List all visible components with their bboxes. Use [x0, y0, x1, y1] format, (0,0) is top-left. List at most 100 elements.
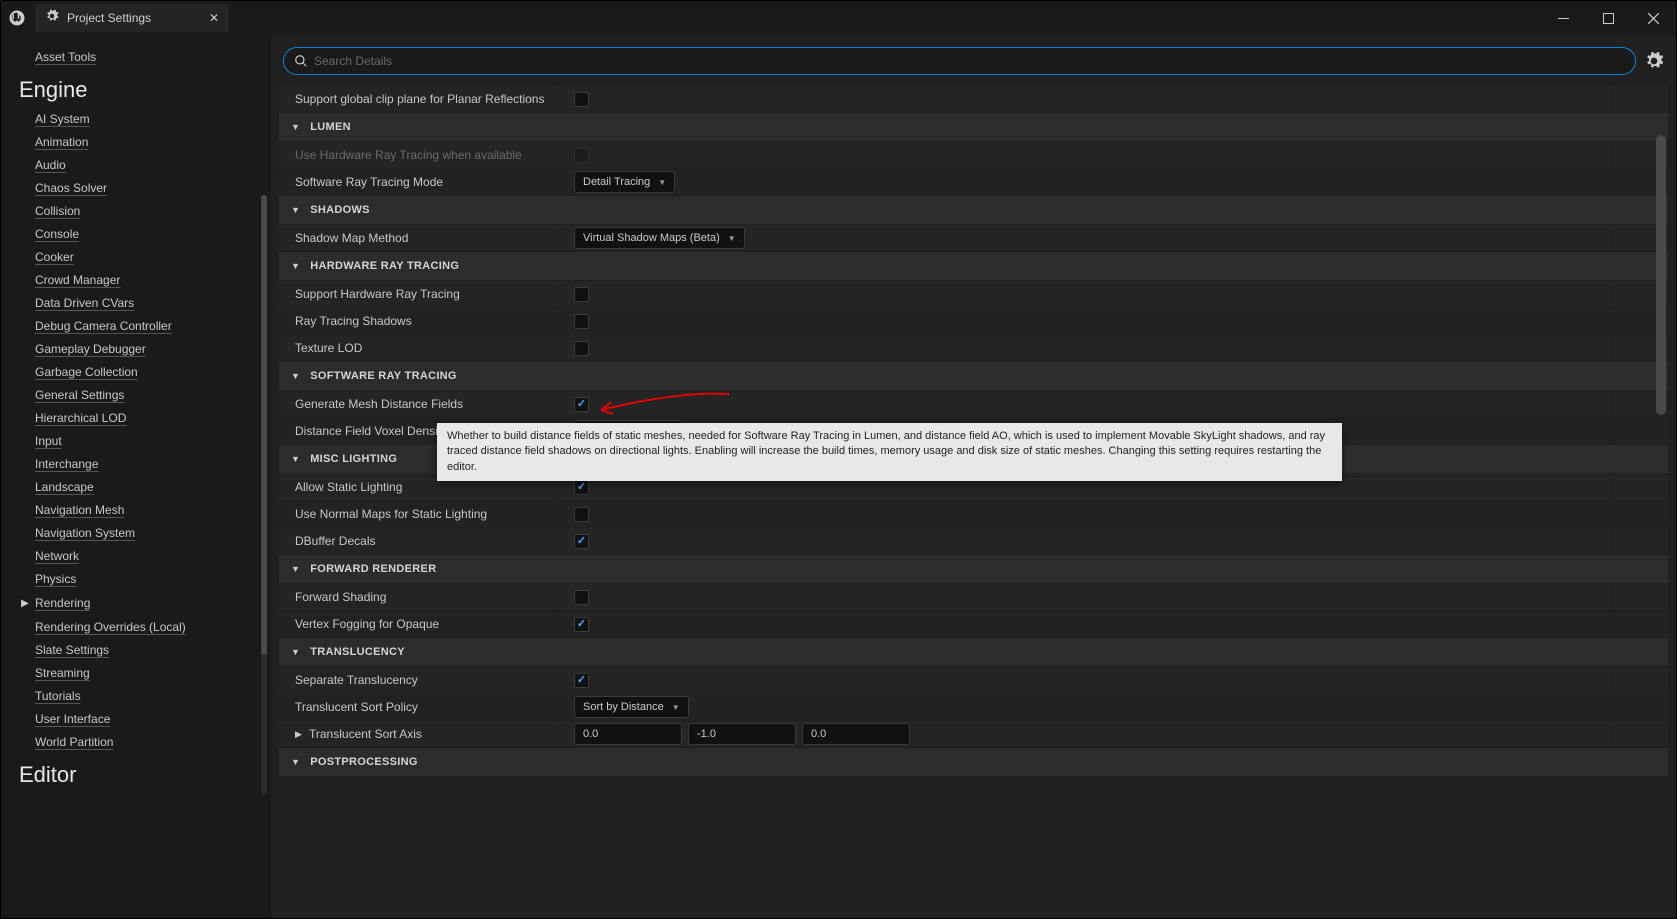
- setting-value: [560, 528, 1611, 554]
- section-header[interactable]: ▼ LUMEN: [279, 113, 1668, 141]
- sidebar-item[interactable]: Crowd Manager: [35, 269, 271, 291]
- checkbox[interactable]: [574, 92, 589, 107]
- sidebar-item[interactable]: Navigation System: [35, 522, 271, 544]
- sidebar-item[interactable]: Rendering Overrides (Local): [35, 616, 271, 638]
- checkbox[interactable]: [574, 480, 589, 495]
- checkbox[interactable]: [574, 534, 589, 549]
- settings-tab-icon: [45, 9, 59, 28]
- checkbox: [574, 148, 589, 163]
- sidebar-item[interactable]: General Settings: [35, 384, 271, 406]
- section-title: SHADOWS: [310, 204, 370, 216]
- sidebar-item[interactable]: Input: [35, 430, 271, 452]
- sidebar-item[interactable]: Slate Settings: [35, 639, 271, 661]
- chevron-down-icon: ▼: [291, 205, 300, 215]
- sidebar-item[interactable]: Gameplay Debugger: [35, 338, 271, 360]
- sidebar-item[interactable]: Garbage Collection: [35, 361, 271, 383]
- settings-gear-button[interactable]: [1644, 51, 1664, 71]
- sidebar-item-active[interactable]: Rendering: [35, 592, 90, 614]
- sidebar-item[interactable]: Cooker: [35, 246, 271, 268]
- checkbox[interactable]: [574, 673, 589, 688]
- setting-value: [560, 142, 1611, 168]
- section-title: SOFTWARE RAY TRACING: [310, 370, 457, 382]
- sidebar-item[interactable]: Interchange: [35, 453, 271, 475]
- chevron-down-icon: ▼: [658, 178, 666, 187]
- setting-label: Translucent Sort Policy: [279, 694, 559, 720]
- unreal-logo-icon[interactable]: [1, 1, 33, 35]
- checkbox[interactable]: [574, 397, 589, 412]
- checkbox[interactable]: [574, 617, 589, 632]
- number-input[interactable]: 0.0: [574, 723, 682, 745]
- close-button[interactable]: [1631, 1, 1676, 35]
- sidebar-item[interactable]: Physics: [35, 568, 271, 590]
- sidebar-item[interactable]: Tutorials: [35, 685, 271, 707]
- section-title: POSTPROCESSING: [310, 756, 418, 768]
- section-header[interactable]: ▼ TRANSLUCENCY: [279, 638, 1668, 666]
- minimize-button[interactable]: [1541, 1, 1586, 35]
- dropdown[interactable]: Sort by Distance▼: [574, 696, 689, 718]
- checkbox[interactable]: [574, 507, 589, 522]
- checkbox[interactable]: [574, 287, 589, 302]
- setting-value: Virtual Shadow Maps (Beta)▼: [560, 225, 1611, 251]
- setting-row: Texture LOD: [279, 335, 1668, 361]
- sidebar-item[interactable]: Debug Camera Controller: [35, 315, 271, 337]
- sidebar-item[interactable]: World Partition: [35, 731, 271, 753]
- setting-row: Use Hardware Ray Tracing when available: [279, 142, 1668, 168]
- checkbox[interactable]: [574, 590, 589, 605]
- project-settings-window: Project Settings ✕ Asset Tools Engine AI…: [0, 0, 1677, 919]
- sidebar-item[interactable]: Chaos Solver: [35, 177, 271, 199]
- sidebar-scrollbar-thumb[interactable]: [261, 195, 267, 655]
- sidebar-item[interactable]: AI System: [35, 108, 271, 130]
- setting-row: ▶Translucent Sort Axis 0.0 -1.0 0.0: [279, 721, 1668, 747]
- search-input[interactable]: [314, 54, 1625, 68]
- checkbox[interactable]: [574, 314, 589, 329]
- sidebar-item[interactable]: Animation: [35, 131, 271, 153]
- chevron-right-icon[interactable]: ▶: [295, 729, 305, 740]
- section-header[interactable]: ▼ SHADOWS: [279, 196, 1668, 224]
- setting-label: Generate Mesh Distance Fields: [279, 391, 559, 417]
- main-panel: Support global clip plane for Planar Ref…: [271, 35, 1676, 918]
- setting-row: Shadow Map Method Virtual Shadow Maps (Be…: [279, 225, 1668, 251]
- settings-list: Support global clip plane for Planar Ref…: [279, 85, 1668, 910]
- setting-label: Support Hardware Ray Tracing: [279, 281, 559, 307]
- number-input[interactable]: 0.0: [802, 723, 910, 745]
- maximize-button[interactable]: [1586, 1, 1631, 35]
- chevron-right-icon: ▶: [19, 598, 31, 609]
- chevron-down-icon: ▼: [291, 122, 300, 132]
- tab-close-button[interactable]: ✕: [209, 11, 219, 25]
- dropdown[interactable]: Detail Tracing▼: [574, 171, 675, 193]
- tab-project-settings[interactable]: Project Settings ✕: [35, 4, 229, 32]
- setting-row: DBuffer Decals: [279, 528, 1668, 554]
- section-title: LUMEN: [310, 121, 351, 133]
- sidebar-item[interactable]: User Interface: [35, 708, 271, 730]
- sidebar-item[interactable]: Collision: [35, 200, 271, 222]
- sidebar-item[interactable]: Hierarchical LOD: [35, 407, 271, 429]
- section-header[interactable]: ▼POSTPROCESSING: [279, 748, 1668, 776]
- sidebar-item[interactable]: Audio: [35, 154, 271, 176]
- section-header[interactable]: ▼FORWARD RENDERER: [279, 555, 1668, 583]
- number-input[interactable]: -1.0: [688, 723, 796, 745]
- sidebar-item[interactable]: Navigation Mesh: [35, 499, 271, 521]
- setting-row: Forward Shading: [279, 584, 1668, 610]
- main-scrollbar-thumb[interactable]: [1656, 135, 1666, 415]
- dropdown[interactable]: Virtual Shadow Maps (Beta)▼: [574, 227, 745, 249]
- chevron-down-icon: ▼: [291, 371, 300, 381]
- sidebar-item[interactable]: Console: [35, 223, 271, 245]
- sidebar-item[interactable]: Asset Tools: [35, 46, 271, 68]
- chevron-down-icon: ▼: [291, 647, 300, 657]
- setting-label: Use Hardware Ray Tracing when available: [279, 142, 559, 168]
- section-title: MISC LIGHTING: [310, 453, 397, 465]
- sidebar-item[interactable]: Landscape: [35, 476, 271, 498]
- setting-label: Shadow Map Method: [279, 225, 559, 251]
- setting-label: ▶Translucent Sort Axis: [279, 721, 559, 747]
- section-header[interactable]: ▼ SOFTWARE RAY TRACING: [279, 362, 1668, 390]
- sidebar-item[interactable]: Data Driven CVars: [35, 292, 271, 314]
- sidebar-section-engine: Engine: [19, 69, 271, 107]
- checkbox[interactable]: [574, 341, 589, 356]
- section-title: TRANSLUCENCY: [310, 646, 405, 658]
- section-header[interactable]: ▼HARDWARE RAY TRACING: [279, 252, 1668, 280]
- search-box[interactable]: [283, 47, 1636, 75]
- setting-value: Sort by Distance▼: [560, 694, 1611, 720]
- sidebar-item[interactable]: Network: [35, 545, 271, 567]
- setting-label: Ray Tracing Shadows: [279, 308, 559, 334]
- sidebar-item[interactable]: Streaming: [35, 662, 271, 684]
